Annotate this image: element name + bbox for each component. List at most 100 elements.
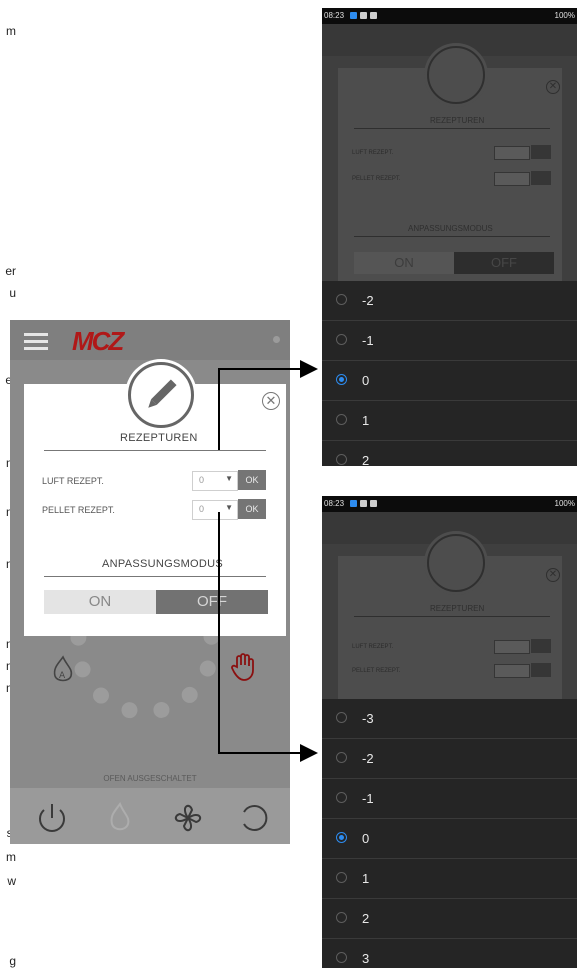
luft-rezept-select [494, 146, 530, 160]
value-picker-list: -3 -2 -1 0 1 2 3 [322, 699, 577, 968]
section-title-rezepturen: REZEPTUREN [430, 116, 485, 125]
radio-unselected-icon[interactable] [336, 952, 347, 963]
mode-on-button: ON [354, 252, 454, 274]
edit-pencil-icon [427, 46, 485, 104]
battery-level: 100% [554, 11, 575, 20]
text-fragment: m [6, 24, 16, 38]
section-divider [354, 236, 550, 237]
luft-rezept-ok-button [531, 145, 551, 159]
text-fragment: er [5, 264, 16, 278]
section-divider [354, 128, 550, 129]
status-time: 08:23 [324, 499, 345, 508]
radio-unselected-icon[interactable] [336, 294, 347, 305]
battery-level: 100% [554, 499, 575, 508]
option-0[interactable]: 0 [322, 819, 577, 859]
status-time: 08:23 [324, 11, 345, 20]
arrow-head-icon [300, 744, 318, 762]
oven-status-text: OFEN AUSGESCHALTET [103, 774, 197, 783]
connector-line [218, 368, 220, 450]
mode-off-button: OFF [454, 252, 554, 274]
power-icon[interactable] [32, 798, 72, 838]
manual-hand-icon [228, 650, 260, 682]
option--2[interactable]: -2 [322, 281, 577, 321]
status-bar: 08:23 100% [322, 8, 577, 24]
luft-rezept-select[interactable]: 0 ▼ [192, 471, 238, 491]
pellet-rezept-select [494, 664, 530, 678]
radio-unselected-icon[interactable] [336, 414, 347, 425]
mode-off-button[interactable]: OFF [156, 590, 268, 614]
mail-notification-icon [370, 500, 377, 507]
radio-unselected-icon[interactable] [336, 912, 347, 923]
flame-auto-icon: A [48, 654, 78, 684]
option-label: 1 [362, 871, 370, 886]
section-title-rezepturen: REZEPTUREN [430, 604, 485, 613]
option-label: -3 [362, 711, 374, 726]
close-icon: ✕ [546, 80, 560, 94]
close-icon[interactable]: ✕ [262, 392, 280, 410]
luft-rezept-ok-button[interactable]: OK [238, 470, 266, 490]
image-notification-icon [360, 12, 367, 19]
mode-on-button[interactable]: ON [44, 590, 156, 614]
connector-line [218, 752, 302, 754]
option-label: 2 [362, 911, 370, 926]
luft-rezept-select [494, 640, 530, 654]
status-bar: 08:23 100% [322, 496, 577, 512]
radio-unselected-icon[interactable] [336, 454, 347, 465]
pellet-rezept-label: PELLET REZEPT. [352, 668, 401, 674]
text-fragment: g [9, 954, 16, 968]
option-label: 0 [362, 373, 370, 388]
option-label: -2 [362, 293, 374, 308]
radio-unselected-icon[interactable] [336, 792, 347, 803]
pellet-rezept-select[interactable]: 0 ▼ [192, 500, 238, 520]
luft-rezept-label: LUFT REZEPT. [352, 644, 394, 650]
connector-line [218, 512, 220, 752]
dropdown-arrow-icon: ▼ [225, 474, 233, 483]
image-notification-icon [360, 500, 367, 507]
option-1[interactable]: 1 [322, 859, 577, 899]
option-0[interactable]: 0 [322, 361, 577, 401]
section-title-rezepturen: REZEPTUREN [120, 432, 198, 444]
mcz-logo: MCZ [72, 326, 124, 356]
section-divider [44, 576, 266, 577]
option-label: 2 [362, 453, 370, 466]
luft-rezept-label: LUFT REZEPT. [42, 476, 104, 486]
refresh-icon[interactable] [234, 798, 274, 838]
radio-unselected-icon[interactable] [336, 752, 347, 763]
menu-icon[interactable] [10, 320, 60, 360]
option-3[interactable]: 3 [322, 939, 577, 968]
radio-selected-icon[interactable] [336, 832, 347, 843]
mail-notification-icon [370, 12, 377, 19]
radio-unselected-icon[interactable] [336, 334, 347, 345]
fan-icon[interactable] [168, 798, 208, 838]
svg-text:A: A [59, 671, 66, 681]
connector-line [218, 368, 302, 370]
option-label: -2 [362, 751, 374, 766]
pellet-rezept-label: PELLET REZEPT. [352, 176, 401, 182]
dropdown-arrow-icon: ▼ [225, 503, 233, 512]
option--2[interactable]: -2 [322, 739, 577, 779]
section-divider [354, 616, 550, 617]
pellet-rezept-ok-button[interactable]: OK [238, 499, 266, 519]
settings-dot-icon [273, 336, 280, 343]
option-2[interactable]: 2 [322, 441, 577, 466]
option--1[interactable]: -1 [322, 779, 577, 819]
section-title-anpassungsmodus: ANPASSUNGSMODUS [408, 224, 493, 233]
radio-unselected-icon[interactable] [336, 712, 347, 723]
value-picker-list: -2 -1 0 1 2 [322, 281, 577, 466]
section-divider [44, 450, 266, 451]
option-2[interactable]: 2 [322, 899, 577, 939]
section-title-anpassungsmodus: ANPASSUNGSMODUS [102, 558, 224, 570]
radio-selected-icon[interactable] [336, 374, 347, 385]
flame-icon[interactable] [100, 798, 140, 838]
option--1[interactable]: -1 [322, 321, 577, 361]
edit-pencil-icon [128, 362, 194, 428]
option-1[interactable]: 1 [322, 401, 577, 441]
pellet-rezept-select [494, 172, 530, 186]
option-label: 1 [362, 413, 370, 428]
pellet-rezept-label: PELLET REZEPT. [42, 505, 115, 515]
radio-unselected-icon[interactable] [336, 872, 347, 883]
close-icon: ✕ [546, 568, 560, 582]
screen-top: 08:23 100% ✕ REZEPTUREN LUFT REZEPT. PEL… [322, 8, 577, 466]
app-notification-icon [350, 500, 357, 507]
option--3[interactable]: -3 [322, 699, 577, 739]
